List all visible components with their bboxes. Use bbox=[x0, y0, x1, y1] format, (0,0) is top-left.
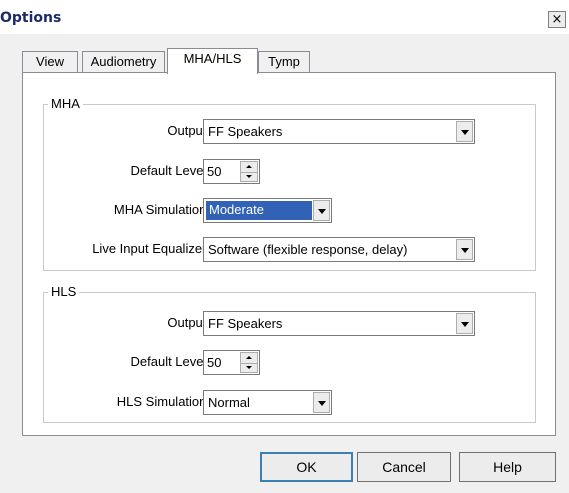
hls-simulation-value: Normal bbox=[208, 395, 250, 410]
chevron-down-icon[interactable] bbox=[313, 392, 330, 413]
spinner-buttons bbox=[240, 161, 258, 182]
window-title: Options bbox=[0, 10, 62, 26]
hls-default-level-label: Default Level: bbox=[130, 354, 211, 369]
hls-output-select[interactable]: FF Speakers bbox=[203, 311, 475, 336]
help-button[interactable]: Help bbox=[459, 452, 556, 482]
mha-equalizer-label: Live Input Equalizer: bbox=[92, 241, 210, 256]
mha-equalizer-value: Software (flexible response, delay) bbox=[208, 242, 408, 257]
ok-button[interactable]: OK bbox=[260, 452, 353, 482]
chevron-down-icon[interactable] bbox=[313, 200, 330, 221]
close-icon: × bbox=[551, 12, 563, 27]
hls-default-level-value: 50 bbox=[207, 355, 222, 370]
spin-down-icon[interactable] bbox=[241, 363, 257, 373]
cancel-button[interactable]: Cancel bbox=[357, 452, 451, 482]
mha-default-level-value: 50 bbox=[207, 164, 222, 179]
hls-simulation-select[interactable]: Normal bbox=[203, 390, 332, 415]
mha-simulation-select[interactable]: Moderate bbox=[203, 198, 332, 223]
tab-audiometry[interactable]: Audiometry bbox=[82, 51, 165, 73]
options-dialog: Options × View Audiometry MHA/HLS Tymp M… bbox=[0, 0, 569, 493]
close-button[interactable]: × bbox=[548, 11, 566, 28]
tab-mha-hls[interactable]: MHA/HLS bbox=[167, 48, 258, 74]
hls-default-level-stepper[interactable]: 50 bbox=[203, 350, 260, 375]
mha-simulation-value: Moderate bbox=[205, 200, 313, 221]
spin-down-icon[interactable] bbox=[241, 172, 257, 182]
spinner-buttons bbox=[240, 352, 258, 373]
mha-group: MHA Output: FF Speakers Default Level: 5… bbox=[43, 96, 536, 271]
mha-default-level-label: Default Level: bbox=[130, 163, 211, 178]
hls-output-value: FF Speakers bbox=[208, 316, 283, 331]
mha-output-select[interactable]: FF Speakers bbox=[203, 119, 475, 144]
mha-simulation-label: MHA Simulation: bbox=[113, 202, 210, 217]
title-bar[interactable]: Options × bbox=[0, 0, 569, 34]
mha-group-label: MHA bbox=[48, 96, 83, 112]
tab-panel-mha-hls: MHA Output: FF Speakers Default Level: 5… bbox=[22, 72, 556, 436]
chevron-down-icon[interactable] bbox=[456, 239, 473, 260]
hls-simulation-label: HLS Simulation: bbox=[116, 394, 210, 409]
hls-group: HLS Output: FF Speakers Default Level: 5… bbox=[43, 284, 536, 423]
mha-output-value: FF Speakers bbox=[208, 124, 283, 139]
tab-tymp[interactable]: Tymp bbox=[258, 51, 310, 73]
tab-view[interactable]: View bbox=[22, 51, 78, 73]
hls-group-label: HLS bbox=[48, 284, 80, 300]
mha-equalizer-select[interactable]: Software (flexible response, delay) bbox=[203, 237, 475, 262]
chevron-down-icon[interactable] bbox=[456, 313, 473, 334]
mha-default-level-stepper[interactable]: 50 bbox=[203, 159, 260, 184]
chevron-down-icon[interactable] bbox=[456, 121, 473, 142]
